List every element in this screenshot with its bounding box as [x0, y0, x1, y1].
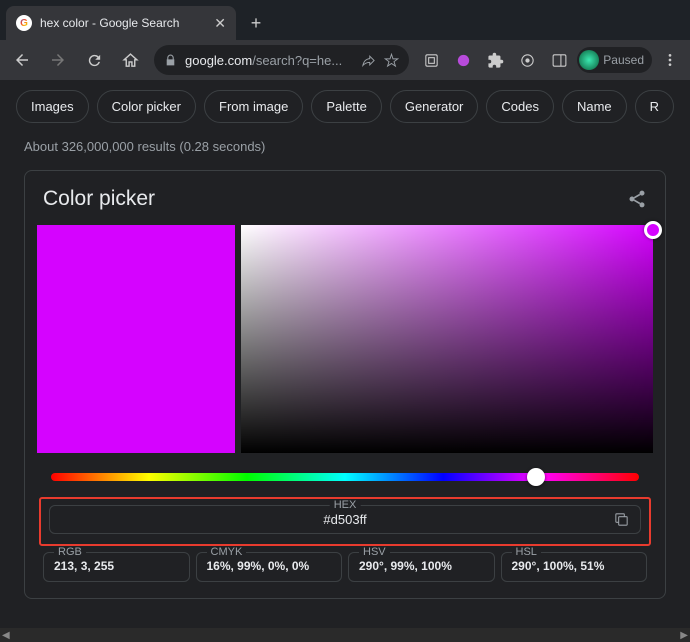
- hsv-value: 290°, 99%, 100%: [359, 559, 484, 573]
- share-icon[interactable]: [627, 189, 647, 209]
- chip-codes[interactable]: Codes: [486, 90, 554, 123]
- url-text: google.com/search?q=he...: [185, 53, 353, 68]
- hsv-label: HSV: [359, 546, 390, 558]
- share-url-icon[interactable]: [361, 53, 376, 68]
- saturation-value-area[interactable]: [241, 225, 653, 453]
- rgb-value: 213, 3, 255: [54, 559, 179, 573]
- filter-chips: Images Color picker From image Palette G…: [0, 80, 690, 133]
- chip-from-image[interactable]: From image: [204, 90, 303, 123]
- tab-title: hex color - Google Search: [40, 16, 206, 30]
- close-tab-icon[interactable]: ✕: [214, 15, 226, 32]
- hex-label: HEX: [330, 499, 361, 511]
- bookmark-icon[interactable]: [384, 53, 399, 68]
- google-favicon: G: [16, 15, 32, 31]
- extension-icon-1[interactable]: [417, 46, 445, 74]
- copy-icon[interactable]: [613, 511, 630, 528]
- hsl-field[interactable]: HSL 290°, 100%, 51%: [501, 552, 648, 582]
- avatar-icon: [579, 50, 599, 70]
- color-swatch: [37, 225, 235, 453]
- new-tab-button[interactable]: +: [242, 9, 270, 37]
- horizontal-scrollbar[interactable]: ◀▶: [0, 628, 690, 642]
- rgb-field[interactable]: RGB 213, 3, 255: [43, 552, 190, 582]
- chip-generator[interactable]: Generator: [390, 90, 479, 123]
- hsl-value: 290°, 100%, 51%: [512, 559, 637, 573]
- forward-button[interactable]: [42, 44, 74, 76]
- chip-more[interactable]: R: [635, 90, 674, 123]
- profile-status: Paused: [603, 53, 644, 67]
- address-bar[interactable]: google.com/search?q=he...: [154, 45, 409, 75]
- hsv-field[interactable]: HSV 290°, 99%, 100%: [348, 552, 495, 582]
- chip-name[interactable]: Name: [562, 90, 627, 123]
- cmyk-value: 16%, 99%, 0%, 0%: [207, 559, 332, 573]
- lock-icon: [164, 54, 177, 67]
- rgb-label: RGB: [54, 546, 86, 558]
- reload-button[interactable]: [78, 44, 110, 76]
- result-stats: About 326,000,000 results (0.28 seconds): [0, 133, 690, 170]
- cmyk-field[interactable]: CMYK 16%, 99%, 0%, 0%: [196, 552, 343, 582]
- color-picker-card: Color picker HEX #d503ff RGB 213, 3, 255: [24, 170, 666, 599]
- hue-slider[interactable]: [51, 473, 639, 481]
- chip-palette[interactable]: Palette: [311, 90, 381, 123]
- extension-icon-3[interactable]: [513, 46, 541, 74]
- extension-icon-2[interactable]: [449, 46, 477, 74]
- chrome-menu-button[interactable]: [656, 52, 684, 68]
- hex-field[interactable]: HEX #d503ff: [49, 505, 641, 534]
- chip-color-picker[interactable]: Color picker: [97, 90, 196, 123]
- profile-button[interactable]: Paused: [577, 47, 652, 73]
- sv-handle[interactable]: [644, 221, 662, 239]
- cmyk-label: CMYK: [207, 546, 247, 558]
- extensions-button[interactable]: [481, 46, 509, 74]
- back-button[interactable]: [6, 44, 38, 76]
- hsl-label: HSL: [512, 546, 541, 558]
- hex-value: #d503ff: [323, 512, 366, 527]
- browser-tab[interactable]: G hex color - Google Search ✕: [6, 6, 236, 40]
- card-title: Color picker: [43, 187, 155, 211]
- hue-handle[interactable]: [527, 468, 545, 486]
- side-panel-icon[interactable]: [545, 46, 573, 74]
- home-button[interactable]: [114, 44, 146, 76]
- hex-highlight-box: HEX #d503ff: [39, 497, 651, 546]
- chip-images[interactable]: Images: [16, 90, 89, 123]
